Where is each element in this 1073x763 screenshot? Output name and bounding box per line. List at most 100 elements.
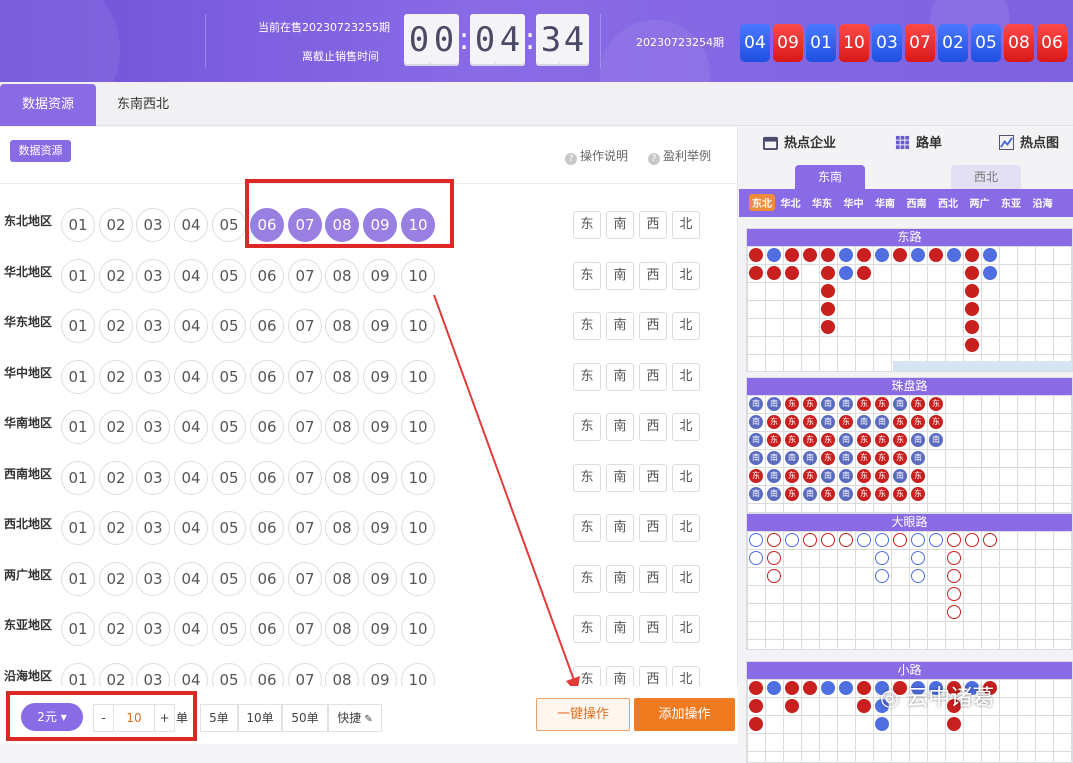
tab-hot-companies[interactable]: 热点企业	[763, 131, 836, 157]
result-ball: 02	[938, 24, 968, 62]
calendar-icon	[763, 136, 778, 150]
road-panel: 大眼路	[746, 513, 1073, 650]
road-dot	[929, 533, 943, 547]
region-strip: 东北 华北 华东 华中 华南 西南 西北 两广 东亚 沿海	[739, 189, 1073, 217]
highlight-box	[6, 691, 197, 741]
road-dot	[785, 533, 799, 547]
road-dot	[983, 266, 997, 280]
road-panel-title: 珠盘路	[747, 378, 1072, 395]
tab-road-sheet[interactable]: 路单	[895, 131, 942, 157]
bead-marker: 东	[803, 469, 817, 483]
subtab-northwest[interactable]: 西北	[951, 165, 1021, 189]
road-dot	[821, 266, 835, 280]
road-dot	[749, 717, 763, 731]
road-grid	[747, 246, 1072, 371]
bead-marker: 南	[821, 415, 835, 429]
road-grid: 南南南南东南南东东南南南东东东南东东东东东南东南南南东东南东南东南南南南东南东东…	[747, 395, 1072, 512]
watermark: ◎ 云中诸葛	[880, 680, 994, 712]
road-dot	[965, 266, 979, 280]
quick-10-button[interactable]: 10单	[238, 704, 282, 732]
bottom-bar: 2元 ▾ - 10 + 单 5单 10单 50单 快捷 ✎ 一键操作 添加操作	[0, 686, 738, 744]
bead-marker: 东	[839, 415, 853, 429]
bead-marker: 南	[767, 487, 781, 501]
add-operation-button[interactable]: 添加操作	[634, 698, 735, 731]
bead-marker: 南	[749, 487, 763, 501]
bead-marker: 南	[803, 487, 817, 501]
deadline-label: 离截止销售时间	[302, 50, 379, 63]
result-ball: 01	[806, 24, 836, 62]
top-banner: 当前在售20230723255期 离截止销售时间 0 0 : 0 4 : 3 4…	[0, 0, 1073, 82]
tab-heat-map[interactable]: 热点图	[999, 131, 1059, 157]
result-ball: 06	[1037, 24, 1067, 62]
road-dot	[857, 248, 871, 262]
current-period: 当前在售20230723255期	[258, 21, 390, 34]
region-tab[interactable]: 沿海	[1033, 195, 1053, 210]
bead-marker: 南	[749, 415, 763, 429]
last-period: 20230723254期	[636, 36, 724, 49]
bead-marker: 东	[893, 487, 907, 501]
road-dot	[749, 266, 763, 280]
bead-marker: 东	[875, 451, 889, 465]
one-click-button[interactable]: 一键操作	[536, 698, 630, 731]
region-tab[interactable]: 两广	[970, 195, 990, 210]
bead-marker: 东	[785, 433, 799, 447]
tab-data-resource[interactable]: 数据资源	[0, 84, 96, 126]
subtab-southeast[interactable]: 东南	[795, 165, 865, 189]
region-tab[interactable]: 西南	[907, 195, 927, 210]
bead-marker: 东	[875, 433, 889, 447]
road-dot	[821, 681, 835, 695]
road-dot	[749, 699, 763, 713]
road-dot	[947, 569, 961, 583]
road-dot	[821, 320, 835, 334]
road-dot	[875, 551, 889, 565]
road-dot	[965, 320, 979, 334]
bead-marker: 南	[893, 469, 907, 483]
tab-hot-companies-label: 热点企业	[784, 136, 837, 151]
quick-50-button[interactable]: 50单	[282, 704, 328, 732]
arrow-line	[433, 294, 576, 684]
road-dot	[785, 681, 799, 695]
bead-marker: 南	[803, 451, 817, 465]
result-ball: 10	[839, 24, 869, 62]
bead-marker: 南	[893, 397, 907, 411]
region-tab[interactable]: 西北	[938, 195, 958, 210]
bead-marker: 南	[749, 451, 763, 465]
region-tab[interactable]: 东北	[749, 194, 775, 211]
bead-marker: 东	[911, 415, 925, 429]
bead-marker: 东	[767, 433, 781, 447]
bead-marker: 东	[893, 415, 907, 429]
result-ball: 09	[773, 24, 803, 62]
region-tab[interactable]: 华南	[875, 195, 895, 210]
quick-5-button[interactable]: 5单	[200, 704, 238, 732]
bead-marker: 南	[785, 451, 799, 465]
bead-marker: 东	[857, 469, 871, 483]
road-dot	[911, 248, 925, 262]
horizontal-scrollbar[interactable]	[893, 361, 1072, 371]
tab-directions[interactable]: 东南西北	[100, 84, 186, 126]
road-dot	[803, 681, 817, 695]
region-tab[interactable]: 华中	[844, 195, 864, 210]
region-tab[interactable]: 华东	[812, 195, 832, 210]
wechat-icon: ◎	[880, 686, 900, 711]
road-dot	[947, 605, 961, 619]
bead-marker: 南	[875, 415, 889, 429]
countdown-colon: :	[525, 22, 536, 57]
road-dot	[767, 248, 781, 262]
road-dot	[839, 533, 853, 547]
bead-marker: 东	[911, 487, 925, 501]
road-dot	[821, 284, 835, 298]
bead-marker: 南	[839, 433, 853, 447]
region-tab[interactable]: 华北	[781, 195, 801, 210]
road-dot	[983, 248, 997, 262]
road-dot	[947, 587, 961, 601]
bead-marker: 东	[767, 415, 781, 429]
road-dot	[803, 248, 817, 262]
shortcut-button[interactable]: 快捷 ✎	[328, 704, 382, 732]
countdown-digit: 4	[559, 14, 589, 66]
betting-panel: 数据资源 ? 操作说明 ? 盈利举例 东北地区 01 02 03 04 05 06 07 08 09 1…	[0, 127, 738, 744]
road-dot	[893, 248, 907, 262]
road-dot	[857, 681, 871, 695]
road-dot	[785, 699, 799, 713]
road-dot	[803, 533, 817, 547]
region-tab[interactable]: 东亚	[1001, 195, 1021, 210]
